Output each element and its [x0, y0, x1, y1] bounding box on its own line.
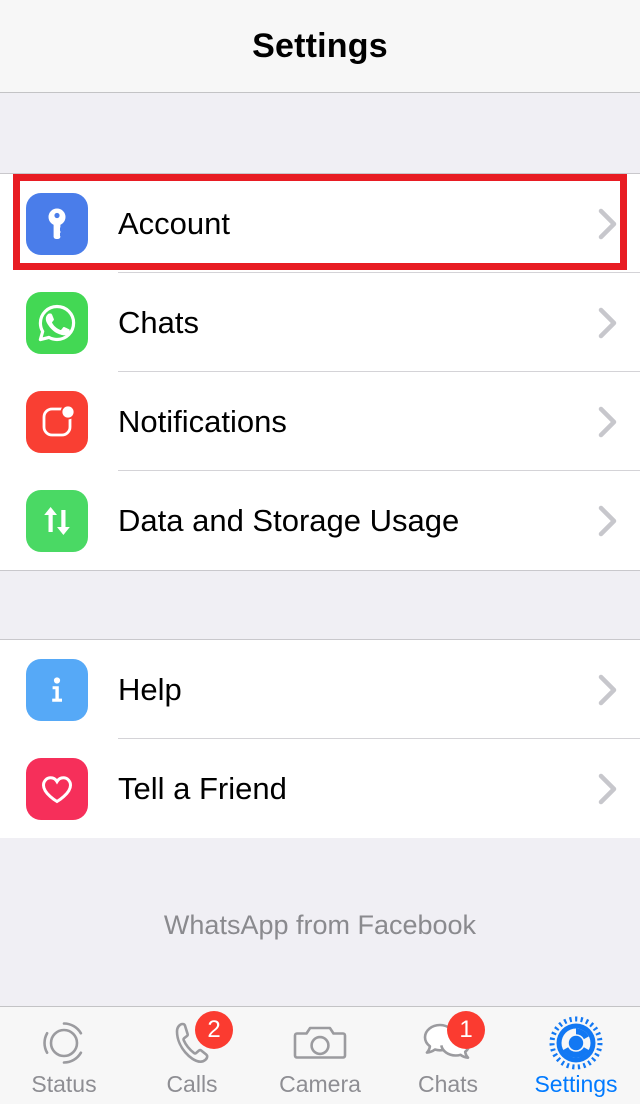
- tab-settings[interactable]: Settings: [512, 1007, 640, 1104]
- settings-row-help[interactable]: Help: [0, 640, 640, 739]
- badge-chats: 1: [447, 1011, 485, 1049]
- tab-label: Camera: [279, 1071, 361, 1097]
- speech-bubbles-icon: 1: [419, 1011, 485, 1069]
- status-ring-icon: [38, 1017, 90, 1069]
- tab-calls[interactable]: 2 Calls: [128, 1007, 256, 1104]
- settings-row-label: Notifications: [118, 404, 287, 439]
- tab-label: Status: [31, 1071, 97, 1097]
- settings-row-chats[interactable]: Chats: [0, 273, 640, 372]
- settings-row-label: Data and Storage Usage: [118, 503, 460, 538]
- settings-row-data-and-storage-usage[interactable]: Data and Storage Usage: [0, 471, 640, 570]
- phone-icon: 2: [167, 1011, 233, 1069]
- key-icon: [26, 192, 88, 255]
- settings-row-notifications[interactable]: Notifications: [0, 372, 640, 471]
- tab-label: Calls: [166, 1071, 218, 1097]
- settings-row-account[interactable]: Account: [0, 174, 640, 273]
- badge-calls: 2: [195, 1011, 233, 1049]
- chevron-right-icon: [598, 207, 618, 241]
- camera-icon: [293, 1017, 347, 1069]
- settings-row-label: Chats: [118, 305, 199, 340]
- whatsapp-icon: [26, 291, 88, 354]
- tab-status[interactable]: Status: [0, 1007, 128, 1104]
- chevron-right-icon: [598, 504, 618, 538]
- tab-camera[interactable]: Camera: [256, 1007, 384, 1104]
- gear-icon: [549, 1016, 603, 1070]
- settings-row-label: Account: [118, 206, 231, 241]
- settings-screen: Settings Account Chats Notifications Dat…: [0, 0, 640, 1104]
- settings-group-secondary: Help Tell a Friend: [0, 640, 640, 838]
- bottom-tab-bar: Status 2 Calls Camera 1 Chats Settings: [0, 1006, 640, 1104]
- info-icon: [26, 658, 88, 721]
- chevron-right-icon: [598, 772, 618, 806]
- settings-row-tell-a-friend[interactable]: Tell a Friend: [0, 739, 640, 838]
- page-title: Settings: [252, 26, 388, 65]
- section-gap-middle: [0, 570, 640, 640]
- settings-row-label: Help: [118, 672, 182, 707]
- chevron-right-icon: [598, 673, 618, 707]
- tab-chats[interactable]: 1 Chats: [384, 1007, 512, 1104]
- settings-group-main: Account Chats Notifications Data and Sto…: [0, 174, 640, 570]
- section-gap-top: [0, 93, 640, 174]
- chevron-right-icon: [598, 306, 618, 340]
- tab-label: Chats: [417, 1071, 479, 1097]
- chevron-right-icon: [598, 405, 618, 439]
- notifications-icon: [26, 390, 88, 453]
- tab-label: Settings: [534, 1071, 618, 1097]
- data-usage-icon: [26, 489, 88, 552]
- settings-row-label: Tell a Friend: [118, 771, 287, 806]
- header-bar: Settings: [0, 0, 640, 93]
- heart-icon: [26, 757, 88, 820]
- brand-label: WhatsApp from Facebook: [163, 910, 477, 940]
